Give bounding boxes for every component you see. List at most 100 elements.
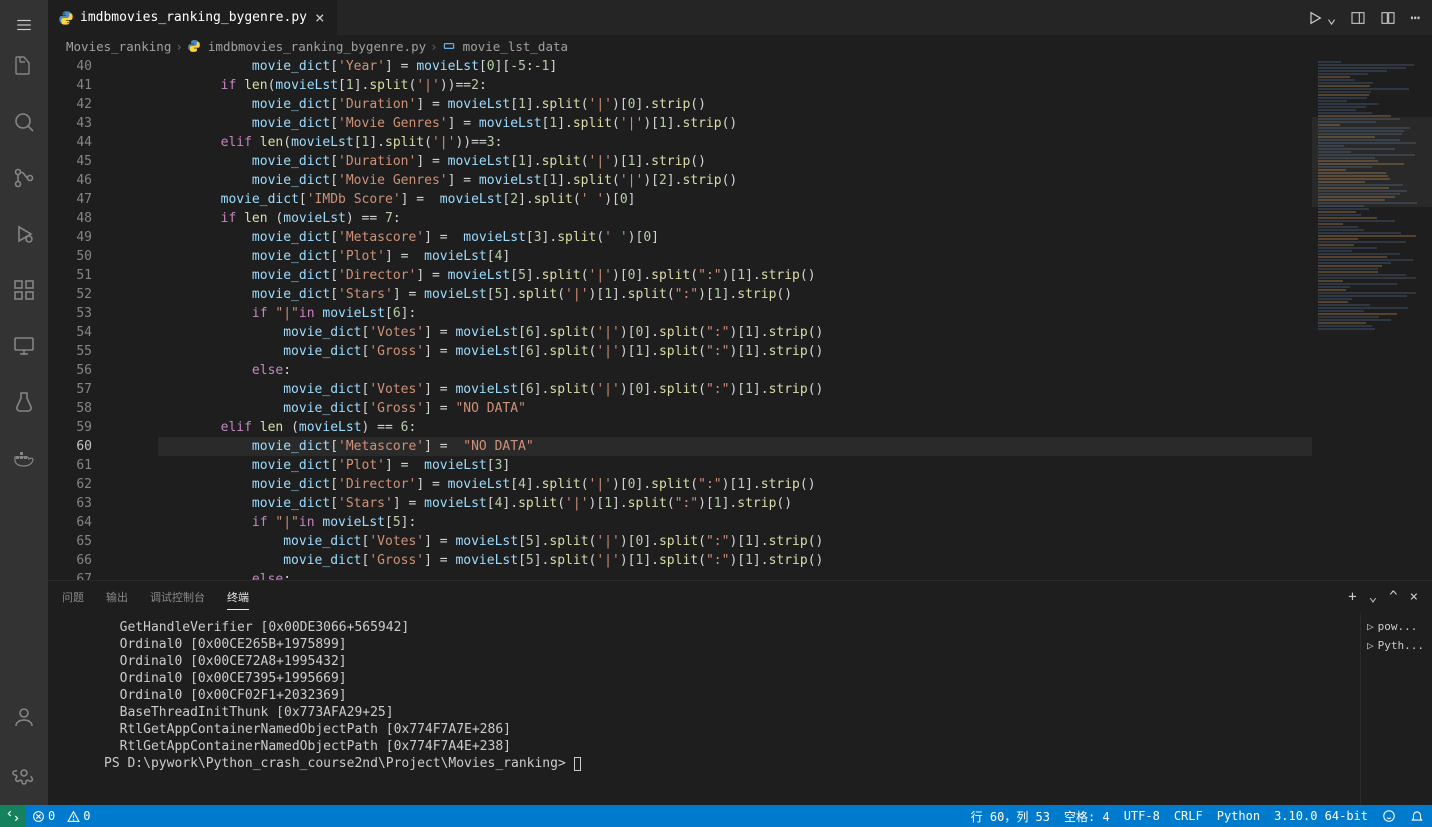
line-number: 63 (48, 494, 92, 513)
code-line[interactable]: movie_dict['Gross'] = movieLst[5].split(… (158, 551, 1312, 570)
code-line[interactable]: movie_dict['Duration'] = movieLst[1].spl… (158, 152, 1312, 171)
terminal-item[interactable]: ▷pow... (1367, 617, 1426, 636)
terminal-item[interactable]: ▷Pyth... (1367, 636, 1426, 655)
code-line[interactable]: movie_dict['Plot'] = movieLst[4] (158, 247, 1312, 266)
run-dropdown-icon[interactable]: ⌄ (1327, 8, 1337, 27)
terminal-list: ▷pow... ▷Pyth... (1360, 613, 1432, 805)
code-line[interactable]: movie_dict['Metascore'] = "NO DATA" (158, 437, 1312, 456)
line-number: 59 (48, 418, 92, 437)
line-number: 44 (48, 133, 92, 152)
terminal-output[interactable]: GetHandleVerifier [0x00DE3066+565942] Or… (48, 613, 1360, 805)
status-indent[interactable]: 空格: 4 (1064, 808, 1110, 825)
code-line[interactable]: elif len(movieLst[1].split('|'))==3: (158, 133, 1312, 152)
code-line[interactable]: movie_dict['Year'] = movieLst[0][-5:-1] (158, 57, 1312, 76)
tab-terminal[interactable]: 终端 (227, 585, 249, 610)
code-line[interactable]: movie_dict['Votes'] = movieLst[6].split(… (158, 380, 1312, 399)
code-line[interactable]: movie_dict['IMDb Score'] = movieLst[2].s… (158, 190, 1312, 209)
tab-output[interactable]: 输出 (106, 585, 128, 609)
terminal-dropdown-icon[interactable]: ⌄ (1369, 589, 1377, 605)
status-language[interactable]: Python (1217, 809, 1260, 823)
line-number: 48 (48, 209, 92, 228)
remote-button[interactable] (0, 805, 26, 827)
bottom-panel: 问题 输出 调试控制台 终端 + ⌄ ^ × GetHandleVerifier… (48, 580, 1432, 805)
code-line[interactable]: if len(movieLst[1].split('|'))==2: (158, 76, 1312, 95)
status-errors[interactable]: 0 (32, 809, 55, 823)
code-editor[interactable]: 4041424344454647484950515253545556575859… (48, 57, 1312, 580)
run-debug-icon[interactable] (0, 214, 48, 254)
line-number: 62 (48, 475, 92, 494)
status-notifications-icon[interactable] (1410, 809, 1424, 823)
code-line[interactable]: movie_dict['Gross'] = movieLst[6].split(… (158, 342, 1312, 361)
status-warnings[interactable]: 0 (67, 809, 90, 823)
split-right-icon[interactable] (1350, 10, 1366, 26)
tab-debug-console[interactable]: 调试控制台 (150, 585, 205, 609)
code-line[interactable]: if "|"in movieLst[5]: (158, 513, 1312, 532)
code-line[interactable]: movie_dict['Metascore'] = movieLst[3].sp… (158, 228, 1312, 247)
code-line[interactable]: if "|"in movieLst[6]: (158, 304, 1312, 323)
code-line[interactable]: movie_dict['Duration'] = movieLst[1].spl… (158, 95, 1312, 114)
line-number: 64 (48, 513, 92, 532)
remote-explorer-icon[interactable] (0, 326, 48, 366)
code-line[interactable]: movie_dict['Movie Genres'] = movieLst[1]… (158, 114, 1312, 133)
status-linecol[interactable]: 行 60，列 53 (971, 808, 1050, 825)
status-eol[interactable]: CRLF (1174, 809, 1203, 823)
code-line[interactable]: if len (movieLst) == 7: (158, 209, 1312, 228)
settings-gear-icon[interactable] (0, 753, 48, 793)
code-line[interactable]: movie_dict['Plot'] = movieLst[3] (158, 456, 1312, 475)
explorer-icon[interactable] (0, 46, 48, 86)
editor-actions: ⌄ ⋯ (1295, 0, 1432, 35)
code-line[interactable]: movie_dict['Votes'] = movieLst[6].split(… (158, 323, 1312, 342)
code-line[interactable]: elif len (movieLst) == 6: (158, 418, 1312, 437)
tab-problems[interactable]: 问题 (62, 585, 84, 609)
breadcrumb-file[interactable]: imdbmovies_ranking_bygenre.py (208, 39, 426, 54)
minimap[interactable] (1312, 57, 1432, 580)
status-feedback-icon[interactable] (1382, 809, 1396, 823)
python-file-icon (187, 39, 201, 53)
line-number: 55 (48, 342, 92, 361)
extensions-icon[interactable] (0, 270, 48, 310)
editor-tab[interactable]: imdbmovies_ranking_bygenre.py × (48, 0, 338, 35)
source-control-icon[interactable] (0, 158, 48, 198)
line-number: 47 (48, 190, 92, 209)
breadcrumb-folder[interactable]: Movies_ranking (66, 39, 171, 54)
panel-close-icon[interactable]: × (1410, 589, 1418, 605)
accounts-icon[interactable] (0, 697, 48, 737)
code-line[interactable]: movie_dict['Gross'] = "NO DATA" (158, 399, 1312, 418)
code-line[interactable]: movie_dict['Director'] = movieLst[5].spl… (158, 266, 1312, 285)
run-file-icon[interactable] (1307, 10, 1323, 26)
breadcrumb-symbol[interactable]: movie_lst_data (463, 39, 568, 54)
terminal-shell-icon: ▷ (1367, 639, 1374, 652)
line-number: 43 (48, 114, 92, 133)
python-file-icon (58, 10, 74, 26)
status-bar: 0 0 行 60，列 53 空格: 4 UTF-8 CRLF Python 3.… (0, 805, 1432, 827)
more-actions-icon[interactable]: ⋯ (1410, 8, 1420, 27)
app-menu-button[interactable] (0, 8, 48, 42)
status-encoding[interactable]: UTF-8 (1124, 809, 1160, 823)
code-line[interactable]: movie_dict['Stars'] = movieLst[5].split(… (158, 285, 1312, 304)
status-interpreter[interactable]: 3.10.0 64-bit (1274, 809, 1368, 823)
minimap-slider[interactable] (1312, 117, 1432, 207)
testing-icon[interactable] (0, 382, 48, 422)
line-number: 46 (48, 171, 92, 190)
new-terminal-icon[interactable]: + (1348, 589, 1356, 605)
line-number: 49 (48, 228, 92, 247)
search-icon[interactable] (0, 102, 48, 142)
code-line[interactable]: else: (158, 361, 1312, 380)
panel-maximize-icon[interactable]: ^ (1389, 589, 1397, 605)
line-number: 54 (48, 323, 92, 342)
code-line[interactable]: movie_dict['Director'] = movieLst[4].spl… (158, 475, 1312, 494)
tab-close-icon[interactable]: × (313, 8, 327, 27)
code-line[interactable]: else: (158, 570, 1312, 580)
line-number: 57 (48, 380, 92, 399)
docker-icon[interactable] (0, 438, 48, 478)
code-line[interactable]: movie_dict['Votes'] = movieLst[5].split(… (158, 532, 1312, 551)
code-line[interactable]: movie_dict['Stars'] = movieLst[4].split(… (158, 494, 1312, 513)
activity-bar (0, 0, 48, 805)
line-number: 51 (48, 266, 92, 285)
line-number: 50 (48, 247, 92, 266)
line-number: 45 (48, 152, 92, 171)
split-editor-icon[interactable] (1380, 10, 1396, 26)
line-number: 52 (48, 285, 92, 304)
breadcrumb[interactable]: Movies_ranking › imdbmovies_ranking_byge… (48, 35, 1432, 57)
code-line[interactable]: movie_dict['Movie Genres'] = movieLst[1]… (158, 171, 1312, 190)
